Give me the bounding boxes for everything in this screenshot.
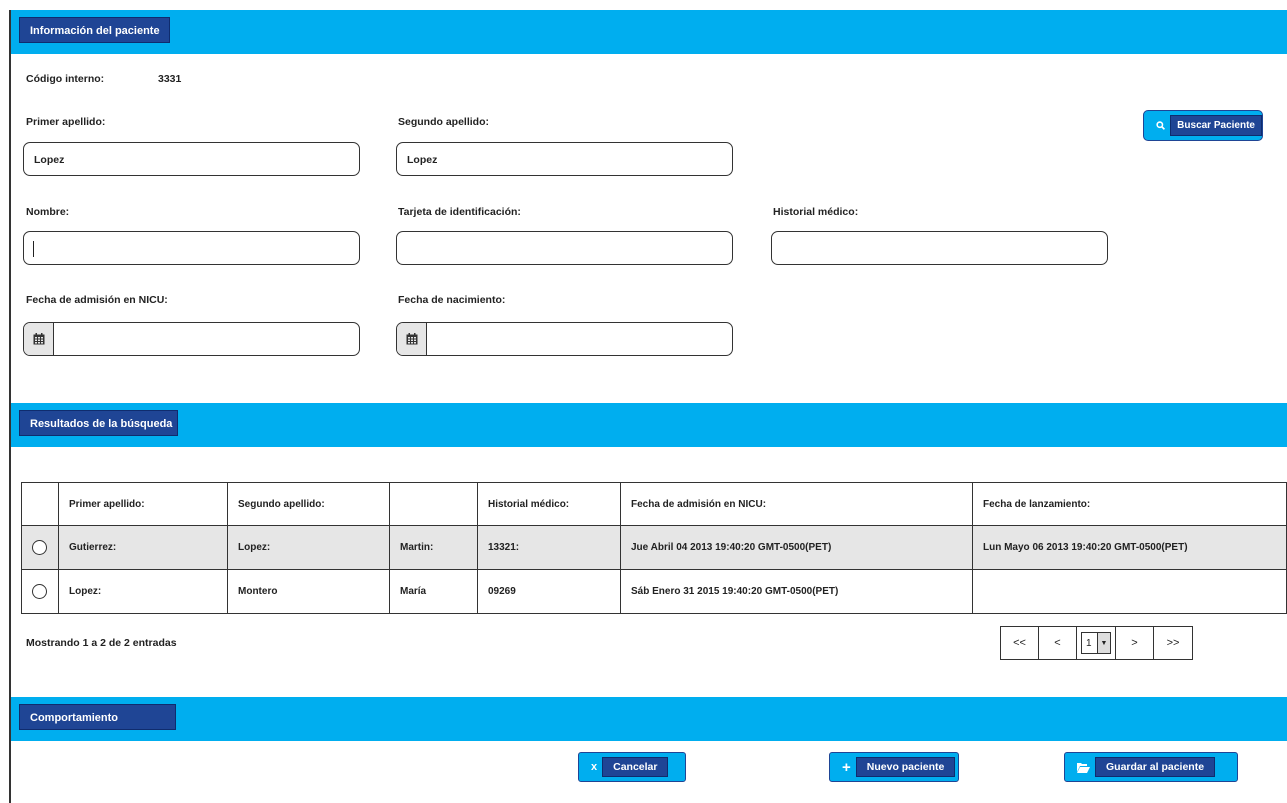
chevron-down-icon[interactable]: ▼ bbox=[1097, 633, 1110, 653]
column-header-nicu-admission[interactable]: Fecha de admisión en NICU: bbox=[620, 482, 973, 526]
behavior-title: Comportamiento bbox=[19, 704, 176, 730]
name-field[interactable] bbox=[23, 231, 360, 265]
new-patient-label: Nuevo paciente bbox=[855, 757, 956, 777]
name-label: Nombre: bbox=[26, 206, 70, 218]
search-patient-button[interactable]: Buscar Paciente bbox=[1143, 110, 1263, 141]
entries-summary: Mostrando 1 a 2 de 2 entradas bbox=[26, 637, 177, 649]
internal-code-value: 3331 bbox=[158, 73, 182, 85]
table-header-row: Primer apellido: Segundo apellido: Histo… bbox=[21, 482, 1287, 526]
table-cell: Lopez: bbox=[58, 569, 228, 614]
pagination: << < 1 ▼ > >> bbox=[1000, 626, 1193, 660]
table-row[interactable]: Gutierrez: Lopez: Martin: 13321: Jue Abr… bbox=[21, 525, 1287, 570]
second-surname-label: Segundo apellido: bbox=[398, 116, 489, 128]
first-surname-value: Lopez bbox=[34, 154, 65, 166]
column-header-first-surname[interactable]: Primer apellido: bbox=[58, 482, 228, 526]
column-header-second-surname[interactable]: Segundo apellido: bbox=[227, 482, 390, 526]
text-cursor bbox=[33, 241, 34, 257]
table-cell: Lun Mayo 06 2013 19:40:20 GMT-0500(PET) bbox=[972, 525, 1287, 570]
medical-history-label: Historial médico: bbox=[773, 206, 859, 218]
table-cell: Martin: bbox=[389, 525, 478, 570]
page-select[interactable]: 1 ▼ bbox=[1081, 632, 1111, 654]
table-cell: Sáb Enero 31 2015 19:40:20 GMT-0500(PET) bbox=[620, 569, 973, 614]
behavior-header: Comportamiento bbox=[11, 697, 1287, 741]
id-card-field[interactable] bbox=[396, 231, 733, 265]
internal-code-label: Código interno: bbox=[26, 73, 105, 85]
table-row[interactable]: Lopez: Montero María 09269 Sáb Enero 31 … bbox=[21, 569, 1287, 614]
first-surname-label: Primer apellido: bbox=[26, 116, 106, 128]
next-page-button[interactable]: > bbox=[1116, 627, 1154, 659]
page-select-cell: 1 ▼ bbox=[1077, 627, 1116, 659]
calendar-icon[interactable] bbox=[24, 323, 54, 355]
folder-open-icon bbox=[1077, 762, 1090, 773]
table-cell: Jue Abril 04 2013 19:40:20 GMT-0500(PET) bbox=[620, 525, 973, 570]
birth-date-field[interactable] bbox=[396, 322, 733, 356]
column-header bbox=[21, 482, 59, 526]
cancel-button[interactable]: x Cancelar bbox=[578, 752, 686, 782]
table-cell: 13321: bbox=[477, 525, 621, 570]
table-cell: María bbox=[389, 569, 478, 614]
second-surname-field[interactable]: Lopez bbox=[396, 142, 733, 176]
birth-date-label: Fecha de nacimiento: bbox=[398, 294, 506, 306]
save-patient-button[interactable]: Guardar al paciente bbox=[1064, 752, 1238, 782]
nicu-admission-date-field[interactable] bbox=[23, 322, 360, 356]
nicu-admission-label: Fecha de admisión en NICU: bbox=[26, 294, 168, 306]
column-header bbox=[389, 482, 478, 526]
first-page-button[interactable]: << bbox=[1001, 627, 1039, 659]
cancel-label: Cancelar bbox=[602, 757, 669, 777]
search-patient-label: Buscar Paciente bbox=[1170, 115, 1262, 136]
calendar-icon[interactable] bbox=[397, 323, 427, 355]
column-header-medical-history[interactable]: Historial médico: bbox=[477, 482, 621, 526]
table-cell: Montero bbox=[227, 569, 390, 614]
save-patient-label: Guardar al paciente bbox=[1095, 757, 1216, 777]
last-page-button[interactable]: >> bbox=[1154, 627, 1192, 659]
current-page: 1 bbox=[1086, 637, 1092, 649]
table-cell: Gutierrez: bbox=[58, 525, 228, 570]
medical-history-field[interactable] bbox=[771, 231, 1108, 265]
column-header-release-date[interactable]: Fecha de lanzamiento: bbox=[972, 482, 1287, 526]
row-radio[interactable] bbox=[32, 540, 47, 555]
first-surname-field[interactable]: Lopez bbox=[23, 142, 360, 176]
row-select-cell[interactable] bbox=[21, 525, 59, 570]
close-icon: x bbox=[591, 761, 598, 773]
table-cell: 09269 bbox=[477, 569, 621, 614]
row-select-cell[interactable] bbox=[21, 569, 59, 614]
id-card-label: Tarjeta de identificación: bbox=[398, 206, 521, 218]
plus-icon: + bbox=[842, 758, 851, 776]
results-table: Primer apellido: Segundo apellido: Histo… bbox=[21, 482, 1287, 614]
new-patient-button[interactable]: + Nuevo paciente bbox=[829, 752, 959, 782]
search-icon bbox=[1156, 121, 1166, 130]
prev-page-button[interactable]: < bbox=[1039, 627, 1077, 659]
table-cell bbox=[972, 569, 1287, 614]
row-radio[interactable] bbox=[32, 584, 47, 599]
patient-info-title: Información del paciente bbox=[19, 17, 170, 43]
results-header: Resultados de la búsqueda bbox=[11, 403, 1287, 447]
table-cell: Lopez: bbox=[227, 525, 390, 570]
second-surname-value: Lopez bbox=[407, 154, 438, 166]
results-title: Resultados de la búsqueda bbox=[19, 410, 178, 436]
patient-info-header: Información del paciente bbox=[11, 10, 1287, 54]
